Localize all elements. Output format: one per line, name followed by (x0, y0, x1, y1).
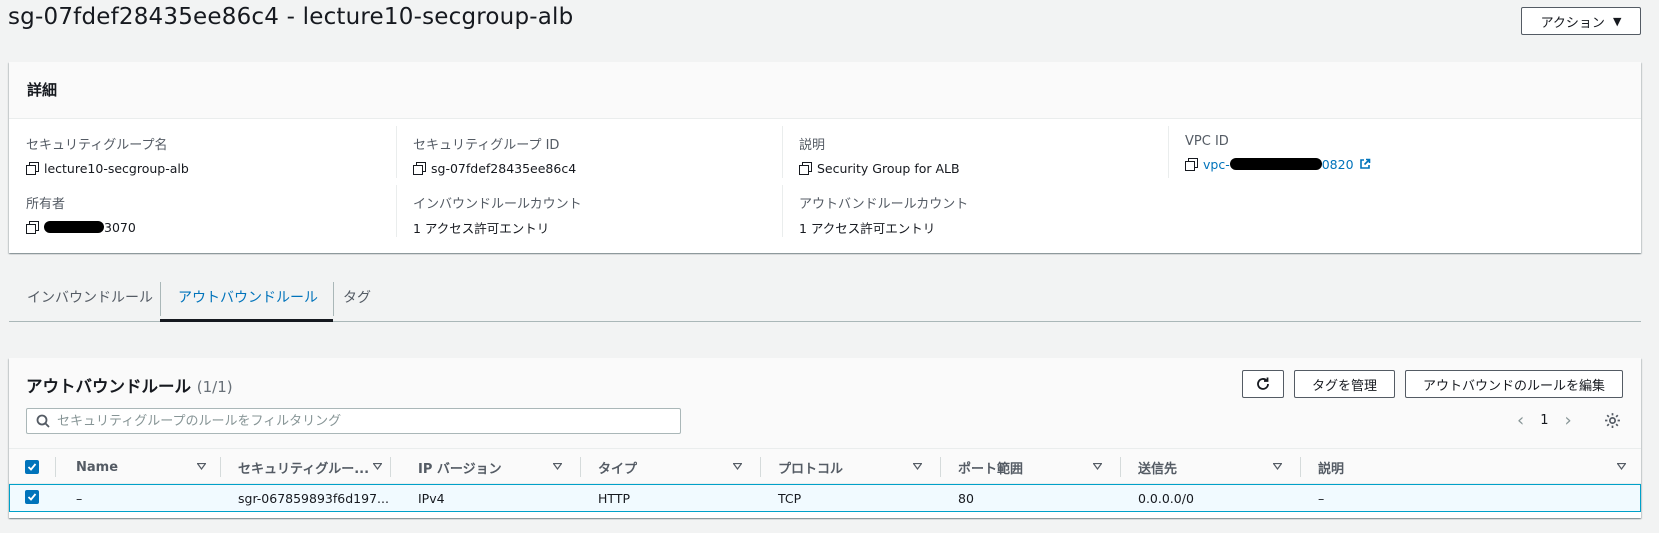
column-header-ip-version[interactable]: IP バージョン (418, 449, 502, 485)
group-id-label: セキュリティグループ ID (413, 138, 560, 153)
tab-outbound-rules[interactable]: アウトバウンドルール (160, 280, 333, 322)
copy-icon[interactable] (26, 161, 39, 175)
owner-suffix: 3070 (104, 219, 136, 235)
group-id-field: セキュリティグループ ID sg-07fdef28435ee86c4 (396, 126, 786, 178)
inbound-count-field: インバウンドルールカウント 1 アクセス許可エントリ (396, 185, 786, 237)
cell-destination: 0.0.0.0/0 (1138, 490, 1194, 506)
pagination: ‹ 1 › (1517, 410, 1572, 431)
column-header-protocol[interactable]: プロトコル (778, 449, 843, 485)
table-row[interactable]: – sgr-067859893f6d197... IPv4 HTTP TCP 8… (9, 484, 1641, 512)
details-heading: 詳細 (9, 62, 1641, 119)
owner-field: 所有者 3070 (26, 193, 416, 236)
cell-rule-id: sgr-067859893f6d197... (238, 490, 389, 506)
group-id-value: sg-07fdef28435ee86c4 (431, 160, 577, 176)
column-divider (760, 457, 761, 477)
settings-icon[interactable] (1604, 412, 1621, 429)
manage-tags-button[interactable]: タグを管理 (1294, 370, 1395, 398)
column-header-name[interactable]: Name (76, 449, 118, 485)
outbound-count-value: 1 アクセス許可エントリ (799, 220, 936, 236)
edit-outbound-rules-button[interactable]: アウトバウンドのルールを編集 (1405, 370, 1623, 398)
external-link-icon[interactable] (1359, 158, 1371, 170)
chevron-left-icon[interactable]: ‹ (1517, 410, 1524, 431)
inbound-count-label: インバウンドルールカウント (413, 197, 582, 212)
sort-icon[interactable] (913, 463, 922, 470)
vpc-id-field: VPC ID vpc- 0820 (1168, 126, 1558, 178)
column-divider (580, 457, 581, 477)
tab-inbound-rules[interactable]: インバウンドルール (27, 280, 157, 322)
outbound-count-field: アウトバンドルールカウント 1 アクセス許可エントリ (782, 185, 1172, 237)
chevron-right-icon[interactable]: › (1564, 410, 1571, 431)
redacted-block (44, 221, 104, 233)
rules-count: (1/1) (196, 378, 233, 396)
sort-icon[interactable] (197, 463, 206, 470)
group-name-label: セキュリティグループ名 (26, 138, 168, 153)
cell-ip-version: IPv4 (418, 490, 445, 506)
sort-icon[interactable] (733, 463, 742, 470)
vpc-id-prefix: vpc- (1203, 156, 1230, 172)
column-header-port-range[interactable]: ポート範囲 (958, 449, 1023, 485)
column-divider (55, 457, 56, 477)
table-header: Name セキュリティグルー... IP バージョン タイプ プロトコル ポート… (9, 448, 1641, 484)
tab-divider (333, 282, 334, 316)
vpc-id-link[interactable]: vpc- 0820 (1203, 157, 1354, 172)
sort-icon[interactable] (1093, 463, 1102, 470)
details-panel: 詳細 セキュリティグループ名 lecture10-secgroup-alb セキ… (9, 62, 1641, 253)
column-divider (1300, 457, 1301, 477)
checkbox-checked-icon (27, 493, 37, 501)
column-divider (1120, 457, 1121, 477)
outbound-rules-panel: アウトバウンドルール (1/1) タグを管理 アウトバウンドのルールを編集 ‹ … (9, 358, 1641, 518)
rules-title-text: アウトバウンドルール (26, 377, 191, 396)
cell-protocol: TCP (778, 490, 802, 506)
cell-type: HTTP (598, 490, 630, 506)
search-icon (36, 414, 50, 428)
refresh-icon (1257, 377, 1269, 390)
page-title: sg-07fdef28435ee86c4 - lecture10-secgrou… (8, 4, 574, 30)
column-header-description[interactable]: 説明 (1318, 449, 1344, 485)
actions-button-label: アクション (1540, 15, 1605, 31)
column-divider (390, 457, 391, 477)
column-header-destination[interactable]: 送信先 (1138, 449, 1177, 485)
filter-search[interactable] (26, 408, 681, 434)
copy-icon[interactable] (799, 161, 812, 175)
description-label: 説明 (799, 138, 826, 153)
tab-tags[interactable]: タグ (343, 280, 383, 322)
sort-icon[interactable] (373, 463, 382, 470)
cell-description: – (1318, 490, 1325, 506)
tab-bar: インバウンドルール アウトバウンドルール タグ (9, 280, 1641, 322)
group-name-value: lecture10-secgroup-alb (44, 160, 189, 176)
checkbox-checked-icon (27, 463, 37, 471)
filter-search-input[interactable] (57, 413, 657, 429)
column-header-type[interactable]: タイプ (598, 449, 637, 485)
rules-title: アウトバウンドルール (1/1) (26, 373, 233, 397)
sort-icon[interactable] (1273, 463, 1282, 470)
column-divider (940, 457, 941, 477)
outbound-count-label: アウトバンドルールカウント (799, 197, 969, 212)
select-all-checkbox[interactable] (25, 460, 39, 474)
actions-button[interactable]: アクション ▼ (1521, 7, 1641, 35)
redacted-block (1229, 158, 1322, 170)
rules-header (9, 358, 1641, 448)
owner-label: 所有者 (26, 197, 66, 212)
cell-name: – (76, 490, 83, 506)
sort-icon[interactable] (553, 463, 562, 470)
page-number[interactable]: 1 (1540, 413, 1548, 428)
copy-icon[interactable] (413, 161, 426, 175)
description-value: Security Group for ALB (817, 160, 960, 176)
vpc-id-suffix: 0820 (1321, 156, 1354, 172)
cell-port-range: 80 (958, 490, 974, 506)
group-name-field: セキュリティグループ名 lecture10-secgroup-alb (26, 134, 416, 177)
refresh-button[interactable] (1242, 370, 1284, 398)
copy-icon[interactable] (1185, 157, 1198, 171)
vpc-id-label: VPC ID (1185, 134, 1229, 149)
copy-icon[interactable] (26, 220, 39, 234)
caret-down-icon: ▼ (1612, 14, 1622, 28)
inbound-count-value: 1 アクセス許可エントリ (413, 220, 550, 236)
sort-icon[interactable] (1617, 463, 1626, 470)
column-header-rule-id[interactable]: セキュリティグルー... (238, 449, 369, 485)
row-checkbox[interactable] (25, 490, 39, 504)
column-divider (220, 457, 221, 477)
description-field: 説明 Security Group for ALB (782, 126, 1172, 178)
